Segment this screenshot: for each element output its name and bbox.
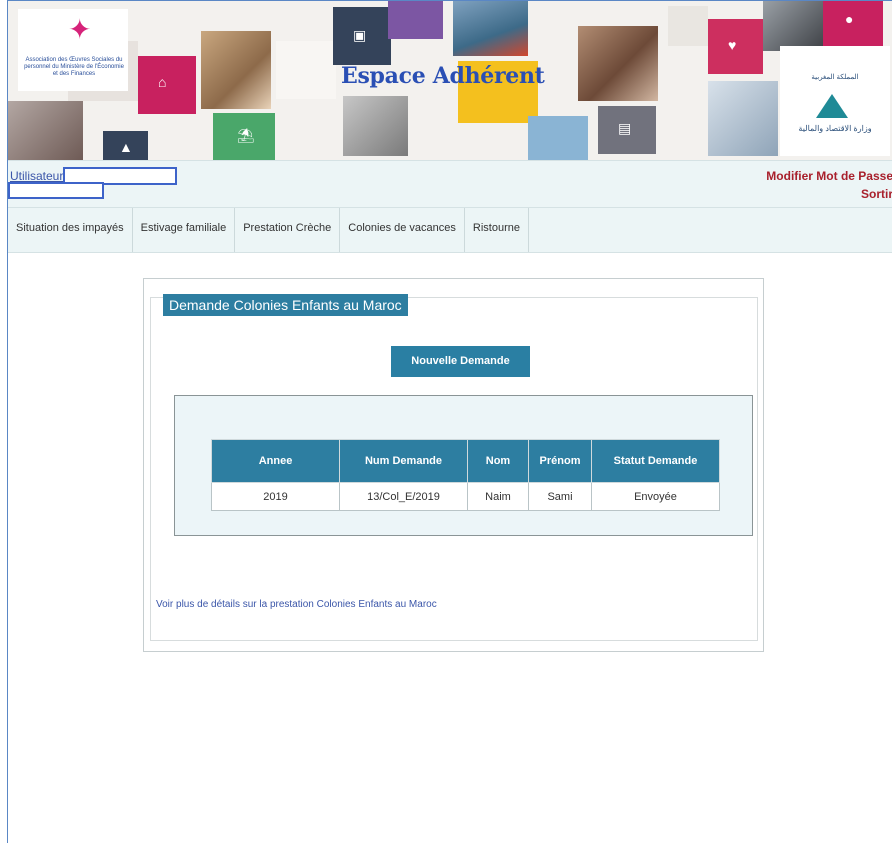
panel-title: Demande Colonies Enfants au Maroc [163,294,408,316]
logo-left-text: Association des Œuvres Sociales du perso… [24,57,124,77]
details-link[interactable]: Voir plus de détails sur la prestation C… [156,599,437,610]
association-logo: ✦ Association des Œuvres Sociales du per… [18,9,128,91]
nav-item-estivage-familiale[interactable]: Estivage familiale [133,208,236,252]
cell-prenom: Sami [528,482,592,511]
requests-table: Annee Num Demande Nom Prénom Statut Dema… [211,439,720,511]
cell-num-demande: 13/Col_E/2019 [339,482,468,511]
nav-item-colonies-vacances[interactable]: Colonies de vacances [340,208,465,252]
banner-tile: ⌂ [138,56,196,114]
briefcase-icon: ▣ [353,27,367,43]
logout-link[interactable]: Sortir [861,187,892,201]
column-header-statut[interactable]: Statut Demande [591,439,720,483]
banner-tile [763,1,825,51]
user-bar: Utilisateur : Modifier Mot de Passe Sort… [8,160,892,207]
logo-right-text: المملكة المغربية [811,74,859,81]
nav-item-ristourne[interactable]: Ristourne [465,208,529,252]
banner-tile [8,101,83,161]
main-nav: Situation des impayés Estivage familiale… [8,207,892,253]
header-banner: ⌂ ⛱ ▣ ▤ ♥ ● ▲ ✦ Association des Œuvres S… [8,0,892,161]
nav-item-prestation-creche[interactable]: Prestation Crèche [235,208,341,252]
home-icon: ⌂ [158,74,167,90]
banner-tile: ⛱ [213,113,275,161]
banner-tile [668,6,708,46]
child-photo [343,96,408,156]
column-header-nom[interactable]: Nom [467,439,529,483]
column-header-prenom[interactable]: Prénom [528,439,592,483]
user-label: Utilisateur : [10,169,71,183]
user-id-field [8,182,104,199]
family-photo [201,31,271,109]
banner-tile: ▣ [333,7,391,65]
banner-tile: ▤ [598,106,656,154]
apple-icon: ● [845,11,854,27]
tram-photo [453,1,528,56]
doctor-photo [708,81,778,156]
banner-tile [388,1,443,39]
change-password-link[interactable]: Modifier Mot de Passe [766,169,892,183]
banner-tile: ● [823,1,883,46]
ministry-logo: المملكة المغربية وزارة الاقتصاد والمالية [780,46,890,156]
banner-tile [528,116,588,161]
logo-right-text-secondary: وزارة الاقتصاد والمالية [798,124,872,133]
table-row[interactable]: 2019 13/Col_E/2019 Naim Sami Envoyée [211,482,720,511]
money-icon: ▤ [618,120,632,136]
table-header-row: Annee Num Demande Nom Prénom Statut Dema… [211,439,720,483]
graduation-icon: ▲ [119,139,133,155]
person-icon: ✦ [68,14,92,45]
cell-nom: Naim [467,482,529,511]
page-frame: ⌂ ⛱ ▣ ▤ ♥ ● ▲ ✦ Association des Œuvres S… [7,0,892,843]
heart-icon: ♥ [728,37,737,53]
beach-icon: ⛱ [237,127,255,143]
cell-statut: Envoyée [591,482,720,511]
new-request-button[interactable]: Nouvelle Demande Colonie [391,346,530,398]
banner-tile [276,41,336,99]
nav-item-situation-impayes[interactable]: Situation des impayés [8,208,133,252]
banner-tile: ♥ [708,19,763,74]
column-header-num-demande[interactable]: Num Demande [339,439,468,483]
ministry-emblem-icon [816,94,848,118]
page-title: Espace Adhérent [341,63,545,89]
colonies-request-panel: Demande Colonies Enfants au Maroc Nouvel… [143,278,764,652]
cell-annee: 2019 [211,482,340,511]
column-header-annee[interactable]: Annee [211,439,340,483]
requests-grid-container: Annee Num Demande Nom Prénom Statut Dema… [174,395,753,536]
hands-heart-photo [578,26,658,101]
banner-tile: ▲ [103,131,148,161]
